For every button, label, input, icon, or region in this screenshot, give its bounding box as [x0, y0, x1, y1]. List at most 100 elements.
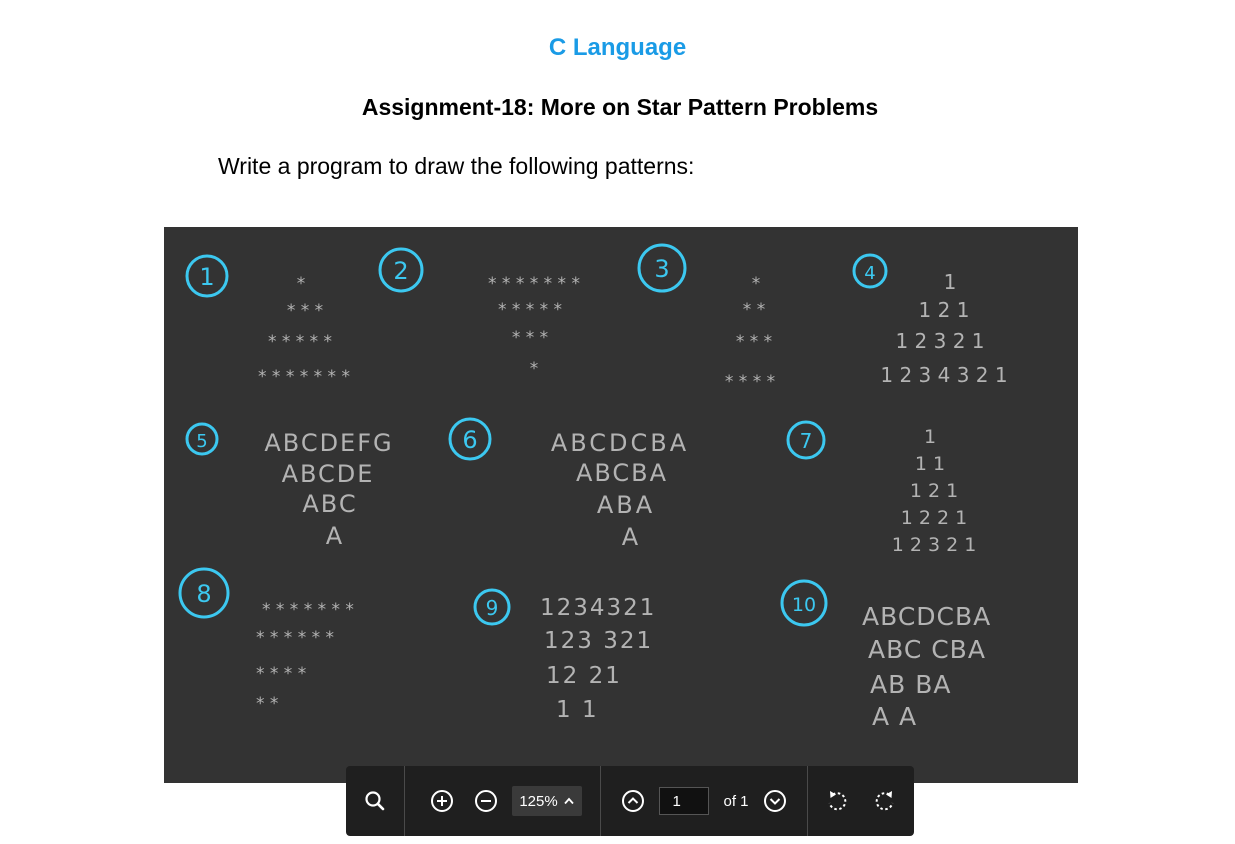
badge-3: 3 — [637, 243, 687, 293]
zoom-in-button[interactable] — [424, 783, 460, 819]
svg-text:A: A — [622, 523, 639, 551]
svg-text:9: 9 — [486, 596, 499, 620]
rotate-ccw-icon — [828, 791, 847, 811]
pdf-viewer-toolbar: 125% of 1 — [346, 766, 914, 836]
document-subtitle: Assignment-18: More on Star Pattern Prob… — [361, 94, 879, 120]
pattern-7: 1 1 1 1 2 1 1 2 2 1 1 2 3 2 1 — [892, 426, 977, 556]
search-group — [346, 766, 404, 836]
badge-2: 2 — [378, 247, 424, 293]
pattern-10: ABCDCBA ABC CBA AB BA A A — [862, 602, 991, 731]
svg-text:1 2 2 1: 1 2 2 1 — [901, 507, 967, 529]
svg-text:6: 6 — [462, 426, 477, 454]
search-icon — [365, 791, 385, 811]
pattern-4: 1 1 2 1 1 2 3 2 1 1 2 3 4 3 2 1 — [880, 270, 1007, 387]
pattern-9: 1234321 123 321 12 21 1 1 — [540, 595, 656, 723]
svg-text:* *: * * — [743, 300, 765, 320]
svg-text:ABCDEFG: ABCDEFG — [264, 429, 393, 457]
badge-9: 9 — [473, 588, 511, 626]
zoom-group: 125% — [405, 766, 600, 836]
badge-10: 10 — [780, 579, 828, 627]
svg-text:1 1: 1 1 — [556, 697, 599, 723]
svg-text:* * * * * * *: * * * * * * * — [262, 600, 354, 620]
badge-6: 6 — [448, 417, 492, 461]
document-intro: Write a program to draw the following pa… — [218, 153, 695, 179]
pattern-8: * * * * * * * * * * * * * * * * * * * — [256, 600, 354, 714]
svg-text:1234321: 1234321 — [540, 595, 656, 621]
badge-4: 4 — [852, 253, 888, 289]
svg-text:A A: A A — [872, 702, 917, 731]
svg-text:1: 1 — [924, 426, 936, 448]
rotate-counterclockwise-button[interactable] — [819, 783, 855, 819]
svg-text:* * * * * * *: * * * * * * * — [258, 367, 350, 387]
svg-text:8: 8 — [196, 580, 211, 608]
badge-5: 5 — [185, 422, 219, 456]
svg-text:* * * * * * *: * * * * * * * — [488, 274, 580, 294]
zoom-out-button[interactable] — [468, 783, 504, 819]
pattern-6: ABCDCBA ABCBA ABA A — [551, 429, 689, 551]
chevron-up-icon — [564, 797, 574, 805]
page-navigation-group: of 1 — [601, 766, 807, 836]
svg-text:*: * — [530, 359, 539, 379]
svg-text:ABC: ABC — [302, 490, 357, 518]
chevron-up-circle-icon — [622, 790, 645, 812]
svg-text:1 1: 1 1 — [915, 453, 945, 475]
zoom-out-icon — [474, 790, 497, 812]
badge-7: 7 — [786, 420, 826, 460]
zoom-level-select[interactable]: 125% — [511, 786, 582, 816]
search-button[interactable] — [357, 783, 393, 819]
pattern-2: * * * * * * * * * * * * * * * * — [488, 274, 580, 379]
svg-text:1: 1 — [944, 270, 957, 294]
zoom-level-value: 125% — [519, 792, 558, 810]
pattern-5: ABCDEFG ABCDE ABC A — [264, 429, 393, 550]
svg-text:1 2 3 4 3 2 1: 1 2 3 4 3 2 1 — [880, 363, 1007, 387]
svg-text:ABC CBA: ABC CBA — [868, 635, 986, 664]
svg-text:ABA: ABA — [597, 491, 655, 519]
page-total: of 1 — [723, 792, 749, 810]
svg-text:10: 10 — [792, 594, 816, 616]
svg-text:1 2 3 2 1: 1 2 3 2 1 — [892, 534, 977, 556]
svg-text:* * *: * * * — [512, 328, 548, 348]
svg-text:1 2 3 2 1: 1 2 3 2 1 — [895, 329, 984, 353]
rotate-cw-icon — [875, 791, 894, 811]
svg-text:*: * — [297, 274, 306, 294]
svg-text:* * *: * * * — [736, 332, 772, 352]
svg-text:* * * *: * * * * — [256, 664, 306, 684]
chevron-down-circle-icon — [763, 790, 786, 812]
svg-text:ABCBA: ABCBA — [576, 459, 668, 487]
zoom-in-icon — [430, 790, 453, 812]
svg-text:* * * * *: * * * * * — [268, 332, 332, 352]
svg-text:* * * * * *: * * * * * * — [256, 628, 334, 648]
svg-text:AB BA: AB BA — [870, 670, 951, 699]
rotate-group — [808, 766, 914, 836]
badge-1: 1 — [185, 254, 229, 298]
page-number-input[interactable] — [659, 787, 710, 815]
svg-text:ABCDE: ABCDE — [282, 460, 375, 488]
svg-text:* *: * * — [256, 694, 278, 714]
previous-page-button[interactable] — [615, 783, 651, 819]
svg-text:1: 1 — [199, 263, 214, 291]
svg-text:1 2 1: 1 2 1 — [910, 480, 958, 502]
rotate-clockwise-button[interactable] — [867, 783, 903, 819]
pattern-3: * * * * * * * * * * — [725, 274, 775, 392]
svg-text:3: 3 — [654, 255, 669, 283]
svg-text:* * * * *: * * * * * — [498, 300, 562, 320]
pattern-1: * * * * * * * * * * * * * * * * — [258, 274, 350, 387]
svg-text:123 321: 123 321 — [544, 628, 653, 654]
svg-text:7: 7 — [800, 429, 813, 453]
pattern-drawing: 1 2 3 4 5 6 7 8 9 10 * * * * * * * * * *… — [178, 243, 1008, 731]
document-title: C Language — [548, 34, 687, 61]
badge-8: 8 — [178, 567, 230, 619]
pattern-blackboard-image: 1 2 3 4 5 6 7 8 9 10 * * * * * * * * * *… — [164, 227, 1078, 783]
svg-text:1 2 1: 1 2 1 — [919, 298, 970, 322]
svg-text:2: 2 — [393, 257, 408, 285]
svg-text:* * *: * * * — [287, 301, 323, 321]
svg-text:A: A — [326, 522, 343, 550]
svg-text:* * * *: * * * * — [725, 372, 775, 392]
svg-text:5: 5 — [196, 431, 207, 452]
svg-text:12 21: 12 21 — [546, 663, 622, 689]
svg-text:4: 4 — [864, 263, 875, 284]
svg-text:*: * — [752, 274, 761, 294]
next-page-button[interactable] — [757, 783, 793, 819]
svg-text:ABCDCBA: ABCDCBA — [862, 602, 991, 631]
svg-text:ABCDCBA: ABCDCBA — [551, 429, 689, 457]
